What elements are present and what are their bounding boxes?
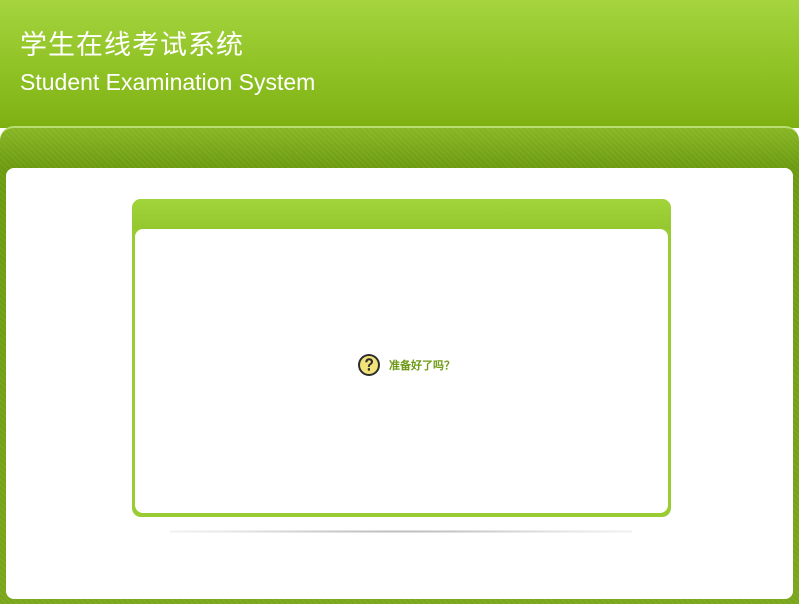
question-icon: [357, 353, 381, 377]
system-title: 学生在线考试系统: [20, 30, 244, 61]
header-banner: 学生在线考试系统 Student Examination System: [0, 0, 799, 128]
system-subtitle: Student Examination System: [20, 69, 316, 95]
ready-prompt: 准备好了吗？: [357, 352, 455, 378]
message-panel-header: [132, 199, 671, 229]
ready-prompt-text: 准备好了吗？: [389, 359, 455, 372]
panel-shadow: [170, 530, 632, 533]
